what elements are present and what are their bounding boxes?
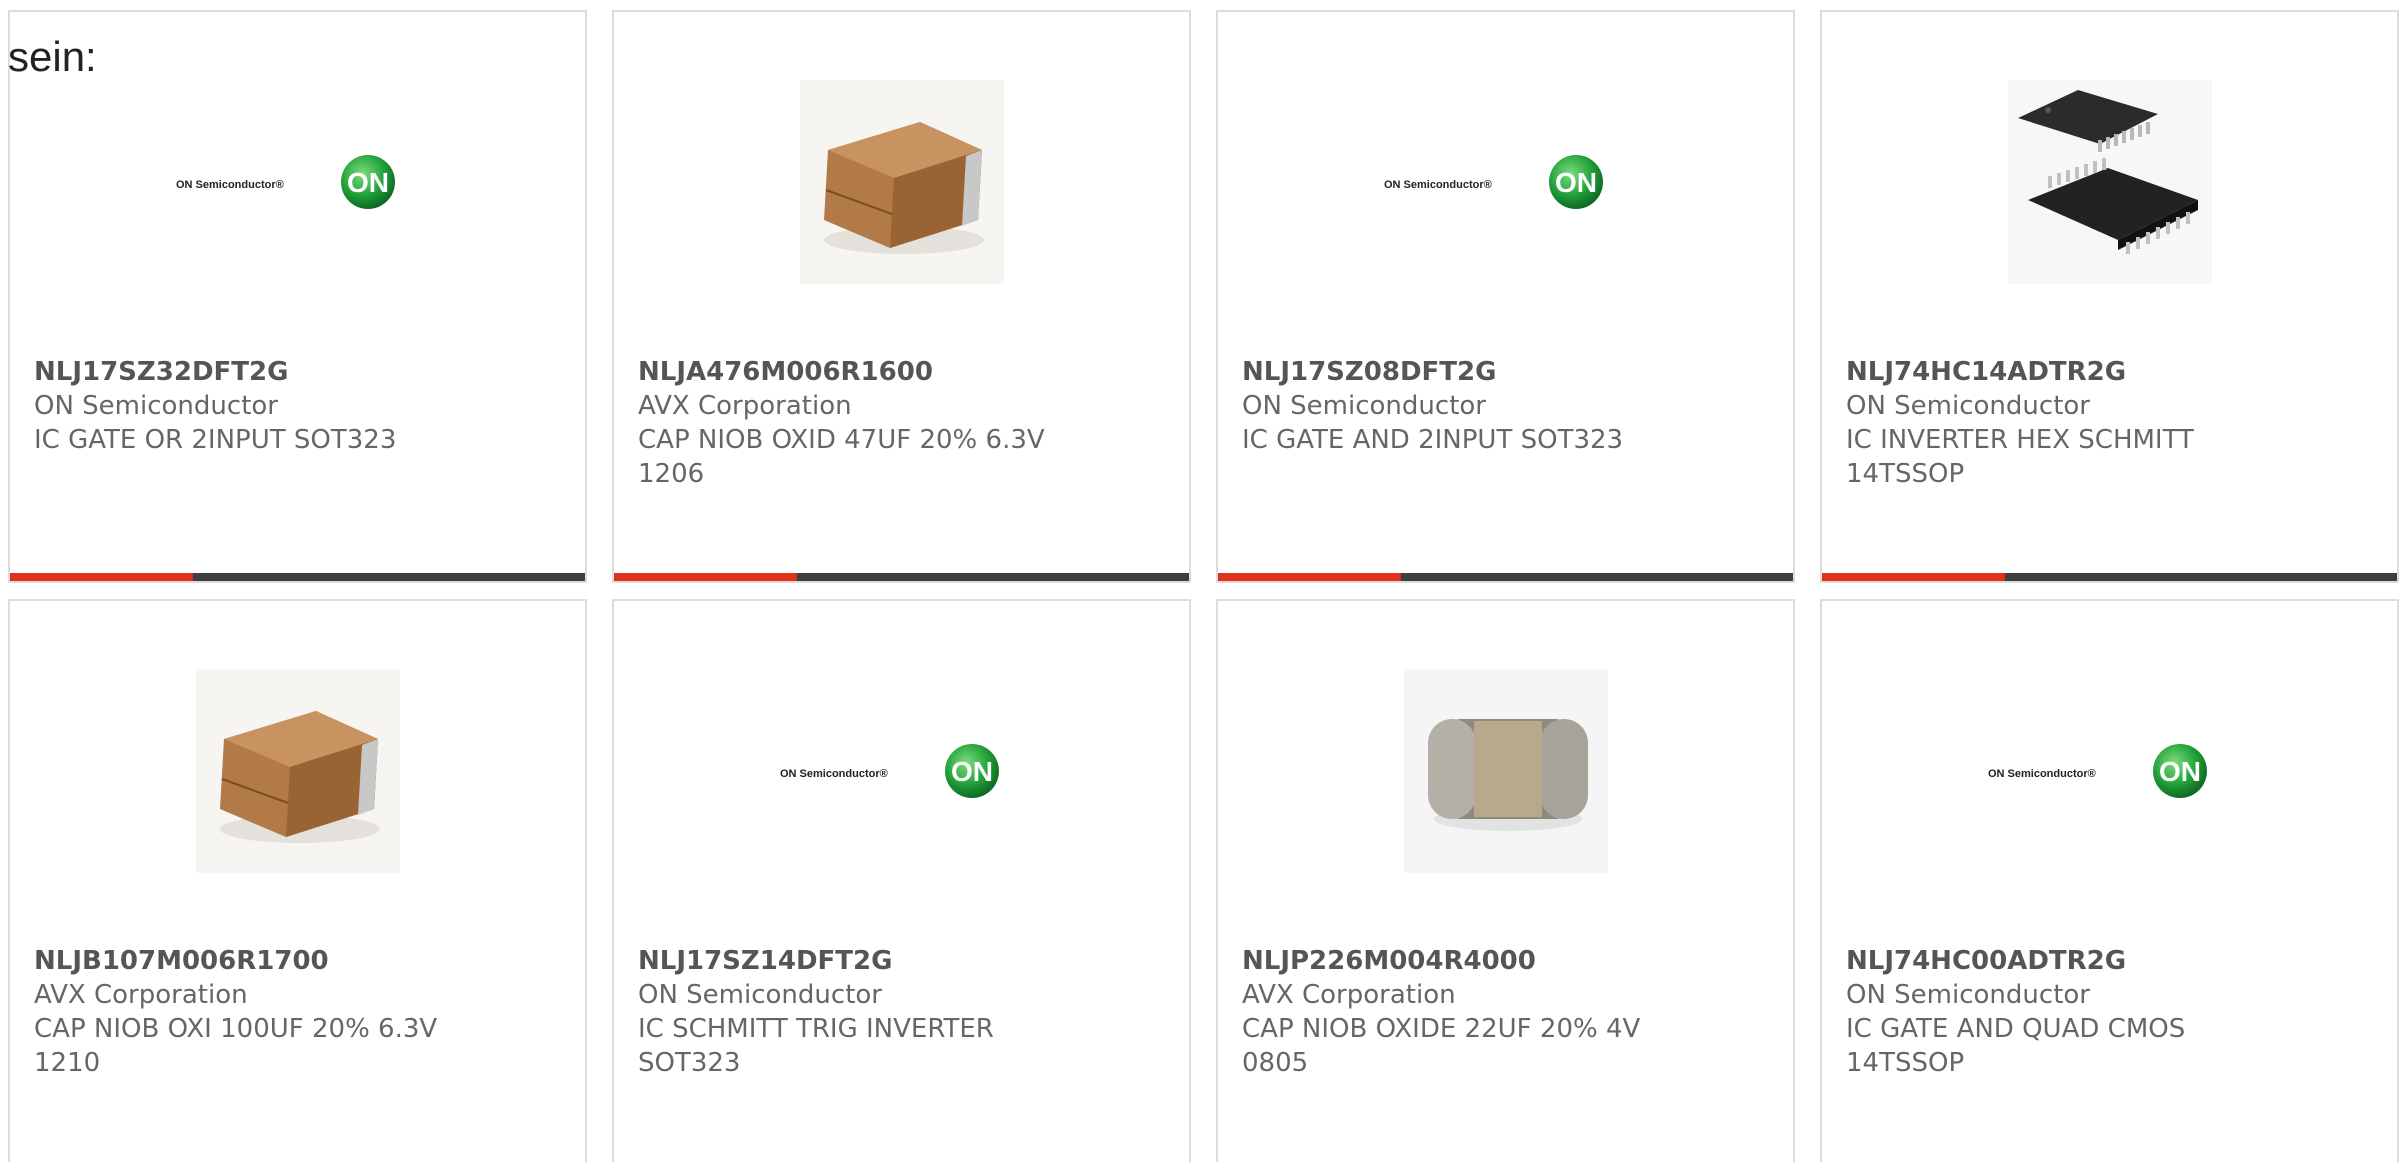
logo-badge-text: ON <box>2159 756 2201 787</box>
product-description: IC GATE OR 2INPUT SOT323 <box>34 425 397 455</box>
card-bottom-bar <box>10 573 585 581</box>
manufacturer-name: AVX Corporation <box>638 391 852 421</box>
part-number-link[interactable]: NLJA476M006R1600 <box>638 355 1078 389</box>
product-info: NLJP226M004R4000 AVX Corporation CAP NIO… <box>1242 944 1682 1080</box>
on-semiconductor-logo-icon: ON Semiconductor® ON <box>1384 155 1603 209</box>
ceramic-capacitor-icon <box>1403 669 1608 873</box>
card-accent-bar <box>614 573 797 581</box>
part-number-link[interactable]: NLJ74HC14ADTR2G <box>1846 355 2286 389</box>
product-description: CAP NIOB OXID 47UF 20% 6.3V 1206 <box>638 425 1045 489</box>
product-card[interactable]: ON Semiconductor® ON NLJ74HC00ADTR2G ON S… <box>1820 599 2399 1162</box>
product-description: CAP NIOB OXI 100UF 20% 6.3V 1210 <box>34 1014 438 1078</box>
manufacturer-name: ON Semiconductor <box>1846 391 2090 421</box>
product-card[interactable]: NLJA476M006R1600 AVX Corporation CAP NIO… <box>612 10 1191 583</box>
manufacturer-name: ON Semiconductor <box>638 980 882 1010</box>
logo-wordmark: ON Semiconductor® <box>1988 768 2096 780</box>
product-image[interactable]: ON Semiconductor® ON <box>1822 669 2397 873</box>
product-description: IC INVERTER HEX SCHMITT 14TSSOP <box>1846 425 2194 489</box>
logo-wordmark: ON Semiconductor® <box>1384 179 1492 191</box>
product-card[interactable]: NLJ74HC14ADTR2G ON Semiconductor IC INVE… <box>1820 10 2399 583</box>
product-info: NLJ74HC00ADTR2G ON Semiconductor IC GATE… <box>1846 944 2286 1080</box>
product-info: NLJA476M006R1600 AVX Corporation CAP NIO… <box>638 355 1078 491</box>
page: sein: ON Semiconductor® ON NLJ17SZ32DFT2G… <box>0 0 2400 1162</box>
product-info: NLJB107M006R1700 AVX Corporation CAP NIO… <box>34 944 474 1080</box>
product-image[interactable] <box>10 669 585 873</box>
part-number-link[interactable]: NLJ17SZ08DFT2G <box>1242 355 1682 389</box>
product-info: NLJ17SZ32DFT2G ON Semiconductor IC GATE … <box>34 355 474 457</box>
card-accent-bar <box>1822 573 2005 581</box>
product-image[interactable]: ON Semiconductor® ON <box>1218 80 1793 284</box>
logo-wordmark: ON Semiconductor® <box>176 179 284 191</box>
product-info: NLJ17SZ08DFT2G ON Semiconductor IC GATE … <box>1242 355 1682 457</box>
product-description: IC SCHMITT TRIG INVERTER SOT323 <box>638 1014 994 1078</box>
manufacturer-name: AVX Corporation <box>1242 980 1456 1010</box>
card-accent-bar <box>10 573 193 581</box>
logo-wordmark: ON Semiconductor® <box>780 768 888 780</box>
card-accent-bar <box>1218 573 1401 581</box>
product-card[interactable]: NLJB107M006R1700 AVX Corporation CAP NIO… <box>8 599 587 1162</box>
product-card[interactable]: ON Semiconductor® ON NLJ17SZ32DFT2G ON Se… <box>8 10 587 583</box>
part-number-link[interactable]: NLJB107M006R1700 <box>34 944 474 978</box>
logo-badge-text: ON <box>1555 167 1597 198</box>
product-description: IC GATE AND 2INPUT SOT323 <box>1242 425 1624 455</box>
on-semiconductor-logo-icon: ON Semiconductor® ON <box>780 744 999 798</box>
manufacturer-name: ON Semiconductor <box>1242 391 1486 421</box>
product-card[interactable]: ON Semiconductor® ON NLJ17SZ08DFT2G ON Se… <box>1216 10 1795 583</box>
on-semiconductor-logo-icon: ON Semiconductor® ON <box>176 155 395 209</box>
product-description: IC GATE AND QUAD CMOS 14TSSOP <box>1846 1014 2186 1078</box>
card-bottom-bar <box>1218 573 1793 581</box>
product-info: NLJ17SZ14DFT2G ON Semiconductor IC SCHMI… <box>638 944 1078 1080</box>
manufacturer-name: ON Semiconductor <box>34 391 278 421</box>
tantalum-capacitor-icon <box>799 80 1004 284</box>
part-number-link[interactable]: NLJ17SZ32DFT2G <box>34 355 474 389</box>
product-info: NLJ74HC14ADTR2G ON Semiconductor IC INVE… <box>1846 355 2286 491</box>
logo-badge-text: ON <box>951 756 993 787</box>
tssop-ic-icon <box>2007 80 2212 284</box>
product-image[interactable]: ON Semiconductor® ON <box>614 669 1189 873</box>
product-image[interactable]: ON Semiconductor® ON <box>10 80 585 284</box>
product-card[interactable]: NLJP226M004R4000 AVX Corporation CAP NIO… <box>1216 599 1795 1162</box>
product-description: CAP NIOB OXIDE 22UF 20% 4V 0805 <box>1242 1014 1641 1078</box>
product-grid: ON Semiconductor® ON NLJ17SZ32DFT2G ON Se… <box>8 10 2399 1162</box>
on-semiconductor-logo-icon: ON Semiconductor® ON <box>1988 744 2207 798</box>
product-image[interactable] <box>1218 669 1793 873</box>
product-card[interactable]: ON Semiconductor® ON NLJ17SZ14DFT2G ON Se… <box>612 599 1191 1162</box>
product-image[interactable] <box>1822 80 2397 284</box>
part-number-link[interactable]: NLJP226M004R4000 <box>1242 944 1682 978</box>
part-number-link[interactable]: NLJ17SZ14DFT2G <box>638 944 1078 978</box>
tantalum-capacitor-icon <box>195 669 400 873</box>
manufacturer-name: AVX Corporation <box>34 980 248 1010</box>
card-bottom-bar <box>614 573 1189 581</box>
intro-text: sein: <box>8 33 97 80</box>
logo-badge-text: ON <box>347 167 389 198</box>
card-bottom-bar <box>1822 573 2397 581</box>
part-number-link[interactable]: NLJ74HC00ADTR2G <box>1846 944 2286 978</box>
product-image[interactable] <box>614 80 1189 284</box>
manufacturer-name: ON Semiconductor <box>1846 980 2090 1010</box>
